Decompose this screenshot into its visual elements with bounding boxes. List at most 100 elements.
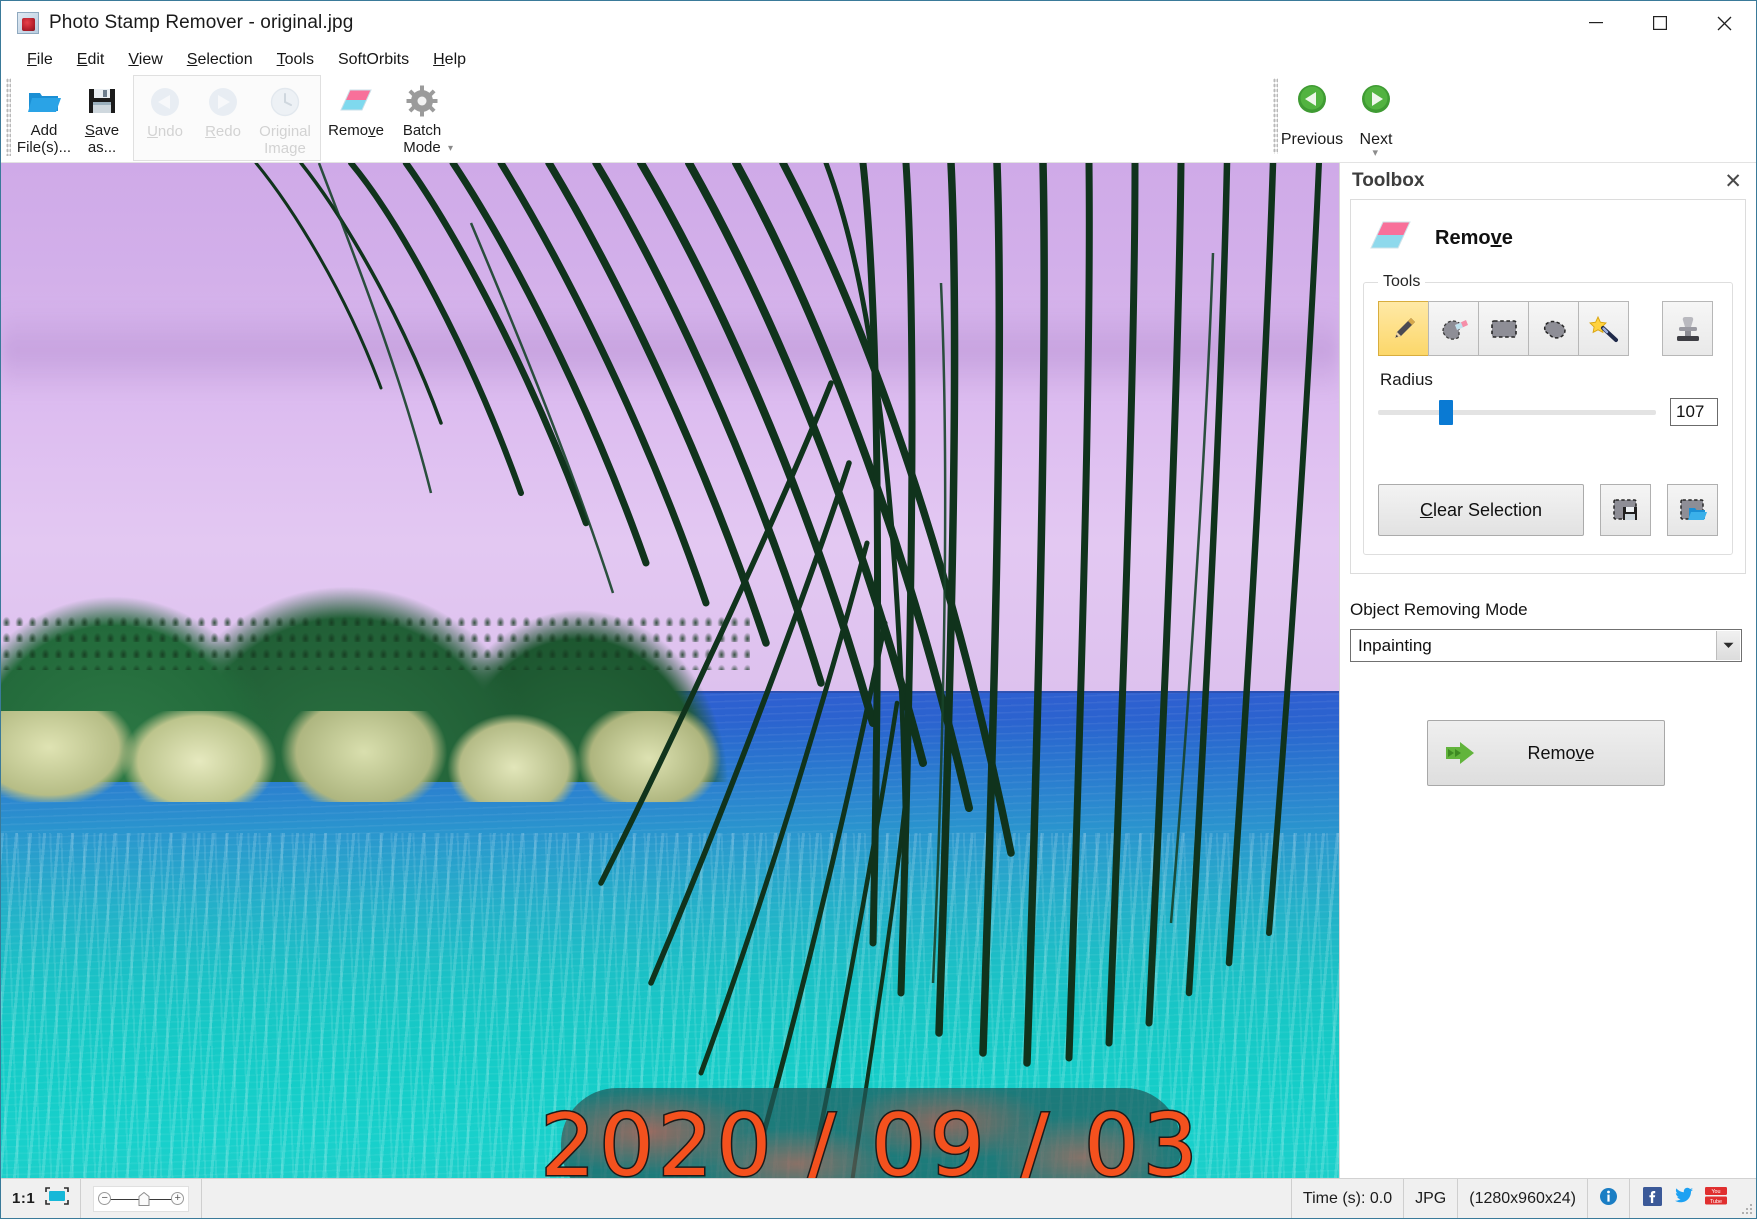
toolbox-title: Toolbox xyxy=(1352,170,1424,192)
remove-tool-card: Remove Tools xyxy=(1350,199,1746,574)
next-arrow-icon xyxy=(1360,83,1392,120)
info-icon[interactable] xyxy=(1599,1187,1618,1211)
redo-arrow-icon xyxy=(204,83,242,121)
menu-file[interactable]: FFileile xyxy=(15,48,65,72)
photo-image: 2020 / 09 / 03 xyxy=(1,163,1339,1178)
remove-action-button[interactable]: Remove xyxy=(1427,720,1665,786)
load-selection-button[interactable] xyxy=(1667,484,1718,536)
eraser-icon-large xyxy=(1369,218,1413,259)
undo-button[interactable]: Undo xyxy=(136,78,194,140)
radius-value-field[interactable]: 107 xyxy=(1670,398,1718,426)
menu-softorbits[interactable]: SoftOrbits xyxy=(326,48,421,72)
gear-icon xyxy=(403,82,441,120)
menu-tools[interactable]: Tools xyxy=(265,48,326,72)
object-removing-mode-section: Object Removing Mode Inpainting xyxy=(1340,574,1756,786)
tools-legend: Tools xyxy=(1378,273,1425,291)
status-bar: 1:1 − + xyxy=(1,1178,1756,1218)
next-button[interactable]: Next xyxy=(1344,75,1408,149)
navigation-group: Previous Next ▾ xyxy=(1268,75,1408,163)
workspace: 2020 / 09 / 03 Toolbox ✕ xyxy=(1,163,1756,1178)
remove-mode-button[interactable]: Remove xyxy=(323,77,389,139)
clear-selection-button[interactable]: Clear Selection xyxy=(1378,484,1584,536)
info-cell[interactable] xyxy=(1588,1179,1630,1218)
rectangle-select-icon xyxy=(1489,317,1519,341)
undo-label: Undo xyxy=(147,123,183,140)
menu-bar: FFileile Edit View Selection Tools SoftO… xyxy=(1,45,1756,75)
eraser-tool-button[interactable] xyxy=(1428,301,1479,356)
magic-wand-tool-button[interactable] xyxy=(1578,301,1629,356)
previous-button[interactable]: Previous xyxy=(1280,75,1344,149)
zoom-ratio-cell: 1:1 xyxy=(1,1179,81,1218)
cloud-band xyxy=(1,305,1339,396)
menu-view[interactable]: View xyxy=(116,48,174,72)
eraser-tool-icon xyxy=(1439,315,1469,343)
add-files-button[interactable]: AddFile(s)... xyxy=(15,77,73,156)
twitter-icon[interactable] xyxy=(1673,1187,1694,1210)
eraser-icon xyxy=(337,82,375,120)
minimize-button[interactable] xyxy=(1564,1,1628,45)
radius-row: 107 xyxy=(1378,398,1718,426)
watermark-selection-area[interactable]: 2020 / 09 / 03 xyxy=(561,1088,1181,1178)
rocks-region xyxy=(1,711,724,802)
object-removing-mode-select[interactable]: Inpainting xyxy=(1350,629,1742,662)
menu-edit[interactable]: Edit xyxy=(65,48,117,72)
marker-tool-button[interactable] xyxy=(1378,301,1429,356)
toolbox-close-icon[interactable]: ✕ xyxy=(1724,171,1742,192)
social-links: You Tube xyxy=(1630,1179,1740,1218)
image-canvas[interactable]: 2020 / 09 / 03 xyxy=(1,163,1339,1178)
history-group: Undo Redo OriginalImage xyxy=(133,75,321,161)
nav-grip[interactable] xyxy=(1273,78,1278,154)
menu-help[interactable]: Help xyxy=(421,48,478,72)
clone-stamp-icon xyxy=(1674,314,1702,344)
title-bar: Photo Stamp Remover - original.jpg xyxy=(1,1,1756,45)
youtube-icon[interactable]: You Tube xyxy=(1705,1187,1727,1211)
resize-grip[interactable] xyxy=(1740,1179,1756,1218)
toolbar-grip[interactable] xyxy=(6,78,11,156)
file-group: AddFile(s)... Saveas... xyxy=(13,75,133,161)
zoom-ratio-label[interactable]: 1:1 xyxy=(12,1190,35,1207)
remove-mode-title: Remove xyxy=(1435,227,1513,250)
original-image-button[interactable]: OriginalImage xyxy=(252,78,318,157)
date-watermark: 2020 / 09 / 03 xyxy=(561,1088,1181,1178)
previous-label: Previous xyxy=(1281,131,1343,149)
radius-slider[interactable] xyxy=(1378,399,1656,425)
maximize-button[interactable] xyxy=(1628,1,1692,45)
add-files-label: AddFile(s)... xyxy=(17,122,71,156)
save-selection-icon xyxy=(1611,497,1641,523)
nav-overflow-caret[interactable]: ▾ xyxy=(1372,146,1378,159)
radius-slider-thumb[interactable] xyxy=(1439,400,1453,425)
facebook-icon[interactable] xyxy=(1643,1187,1662,1211)
fit-to-window-icon[interactable] xyxy=(45,1187,69,1210)
batch-more-caret[interactable]: ▾ xyxy=(448,143,453,154)
zoom-slider[interactable]: − + xyxy=(93,1186,189,1212)
window-controls xyxy=(1564,1,1756,45)
lasso-tool-button[interactable] xyxy=(1528,301,1579,356)
rectangle-select-tool-button[interactable] xyxy=(1478,301,1529,356)
remove-action-wrap: Remove xyxy=(1350,720,1742,786)
save-selection-button[interactable] xyxy=(1600,484,1651,536)
zoom-slider-thumb[interactable] xyxy=(138,1192,150,1206)
remove-mode-header: Remove xyxy=(1363,212,1733,273)
lasso-icon xyxy=(1539,316,1569,342)
stamp-tool-button[interactable] xyxy=(1662,301,1713,356)
zoom-in-button[interactable]: + xyxy=(171,1192,184,1205)
svg-text:Tube: Tube xyxy=(1710,1198,1722,1204)
open-folder-icon xyxy=(25,82,63,120)
save-as-button[interactable]: Saveas... xyxy=(73,77,131,156)
selection-actions-row: Clear Selection xyxy=(1378,484,1718,536)
pencil-icon xyxy=(1390,315,1418,343)
redo-label: Redo xyxy=(205,123,241,140)
remove-mode-label: Remove xyxy=(328,122,384,139)
chevron-down-icon[interactable] xyxy=(1716,631,1740,660)
toolbox-header: Toolbox ✕ xyxy=(1340,163,1756,199)
svg-text:You: You xyxy=(1711,1189,1720,1195)
redo-button[interactable]: Redo xyxy=(194,78,252,140)
close-button[interactable] xyxy=(1692,1,1756,45)
original-image-label: OriginalImage xyxy=(259,123,311,157)
object-removing-mode-value: Inpainting xyxy=(1358,636,1432,656)
object-removing-mode-label: Object Removing Mode xyxy=(1350,600,1742,620)
format-cell: JPG xyxy=(1404,1179,1458,1218)
zoom-out-button[interactable]: − xyxy=(98,1192,111,1205)
menu-selection[interactable]: Selection xyxy=(175,48,265,72)
batch-mode-button[interactable]: BatchMode ▾ xyxy=(389,77,455,156)
